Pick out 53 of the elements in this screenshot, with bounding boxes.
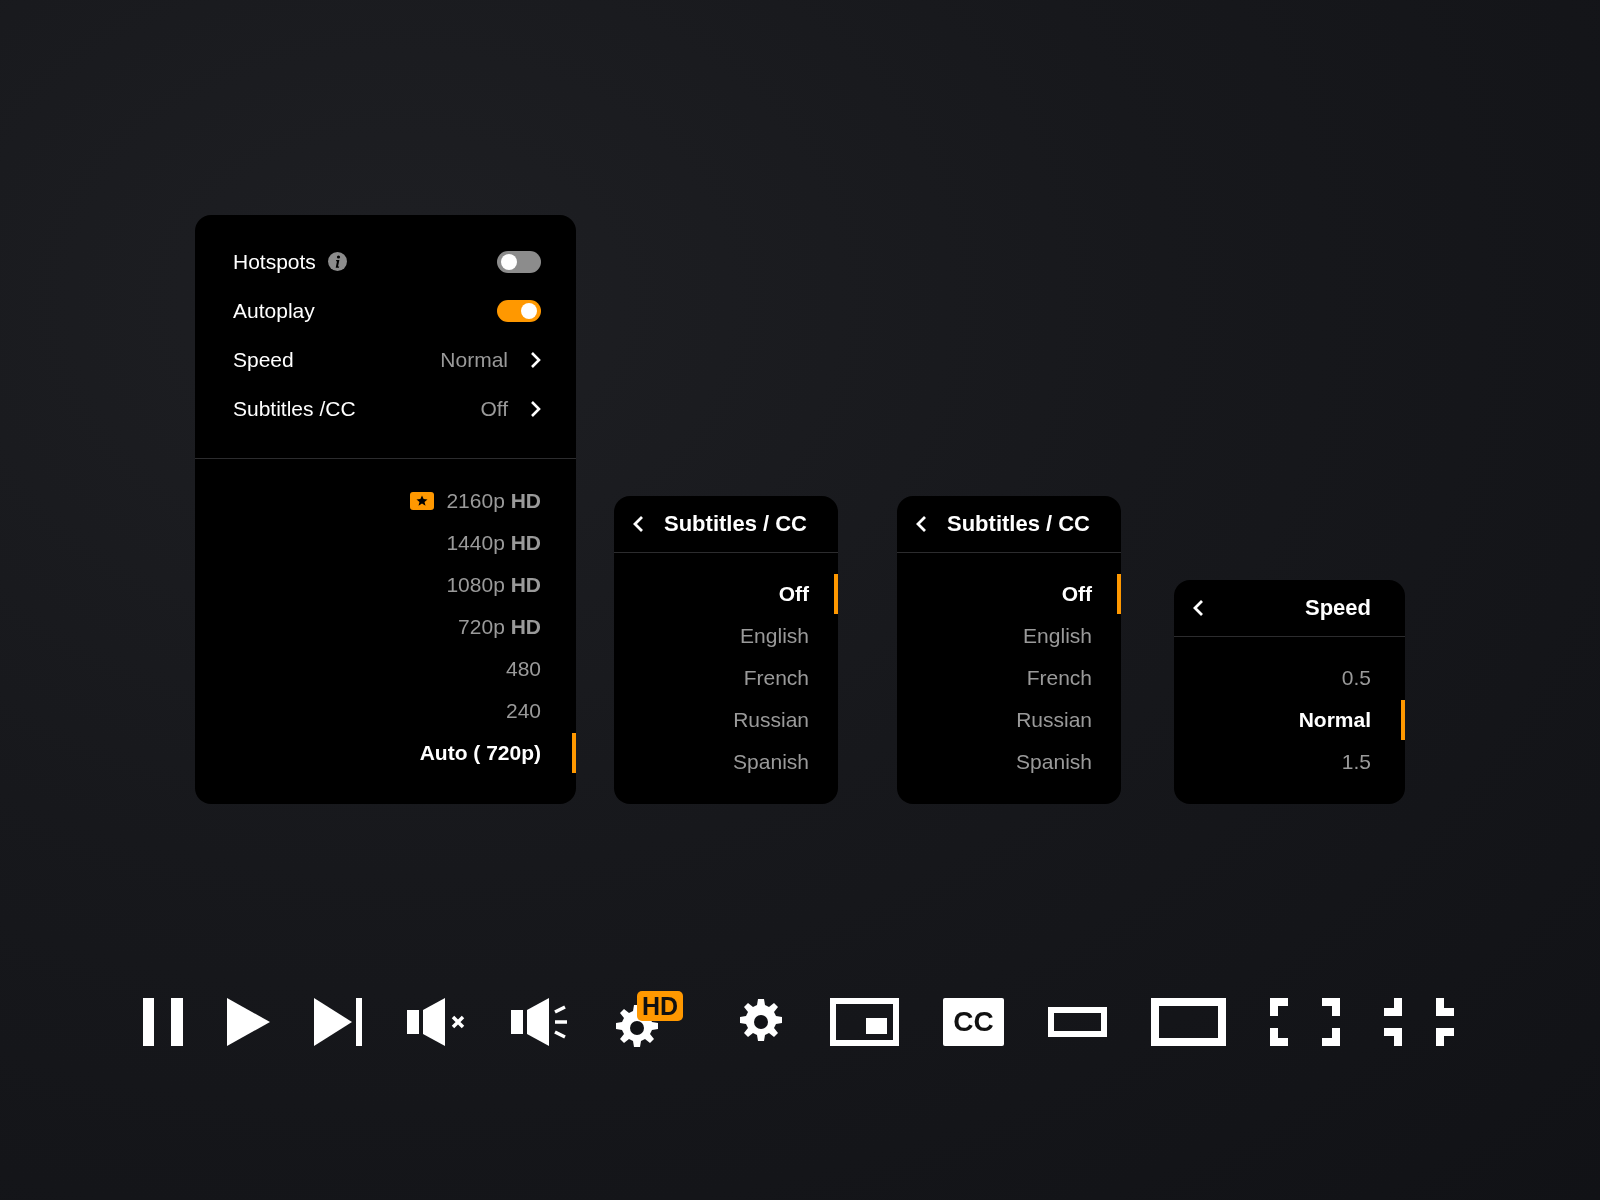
menu-option[interactable]: 0.5: [1341, 666, 1371, 690]
quality-option[interactable]: 1440p HD: [446, 531, 541, 555]
chevron-right-icon[interactable]: [530, 399, 541, 418]
quality-option[interactable]: 2160p HD: [446, 489, 541, 513]
setting-label: Hotspots: [233, 249, 316, 274]
toggle-switch[interactable]: [497, 299, 541, 322]
picture-in-picture-icon[interactable]: [830, 998, 899, 1046]
menu-option[interactable]: English: [740, 624, 809, 648]
submenu-title: Speed: [1304, 595, 1371, 621]
setting-value: Normal: [440, 347, 508, 372]
hd-settings-button[interactable]: HD: [613, 991, 692, 1053]
menu-option[interactable]: Off: [1061, 582, 1092, 606]
back-icon[interactable]: [1192, 599, 1204, 617]
closed-captions-button[interactable]: CC: [943, 998, 1004, 1046]
menu-option[interactable]: Spanish: [733, 750, 809, 774]
setting-value: Off: [480, 396, 508, 421]
toggle-switch[interactable]: [497, 250, 541, 273]
menu-option[interactable]: 1.5: [1341, 750, 1371, 774]
back-icon[interactable]: [632, 515, 644, 533]
submenu-title: Subtitles / CC: [947, 511, 1090, 537]
selection-indicator: [1117, 574, 1121, 614]
exit-fullscreen-icon[interactable]: [1384, 998, 1454, 1046]
setting-label: Speed: [233, 347, 294, 372]
chevron-right-icon[interactable]: [530, 350, 541, 369]
small-player-icon[interactable]: [1048, 1007, 1107, 1037]
quality-option[interactable]: Auto ( 720p): [419, 741, 541, 765]
menu-option[interactable]: Off: [778, 582, 809, 606]
quality-option[interactable]: 1080p HD: [446, 573, 541, 597]
quality-option[interactable]: 720p HD: [458, 615, 541, 639]
mute-icon[interactable]: [407, 998, 467, 1046]
pause-icon[interactable]: [143, 998, 183, 1046]
setting-label: Autoplay: [233, 298, 315, 323]
skip-next-icon[interactable]: [314, 998, 363, 1046]
info-icon[interactable]: [327, 252, 347, 271]
back-icon[interactable]: [915, 515, 927, 533]
menu-option[interactable]: Spanish: [1016, 750, 1092, 774]
selection-indicator: [834, 574, 838, 614]
quality-option[interactable]: 240: [505, 699, 541, 723]
volume-icon[interactable]: [511, 998, 569, 1046]
selection-indicator: [1401, 700, 1405, 740]
selection-indicator: [572, 733, 576, 773]
menu-option[interactable]: English: [1023, 624, 1092, 648]
submenu-title: Subtitles / CC: [664, 511, 807, 537]
setting-label: Subtitles /CC: [233, 396, 356, 421]
menu-option[interactable]: French: [743, 666, 809, 690]
quality-option[interactable]: 480: [505, 657, 541, 681]
play-icon[interactable]: [227, 998, 270, 1046]
fullscreen-icon[interactable]: [1270, 998, 1340, 1046]
menu-option[interactable]: French: [1026, 666, 1092, 690]
menu-option[interactable]: Russian: [1016, 708, 1092, 732]
large-player-icon[interactable]: [1151, 998, 1226, 1046]
menu-option[interactable]: Normal: [1298, 708, 1371, 732]
menu-option[interactable]: Russian: [733, 708, 809, 732]
